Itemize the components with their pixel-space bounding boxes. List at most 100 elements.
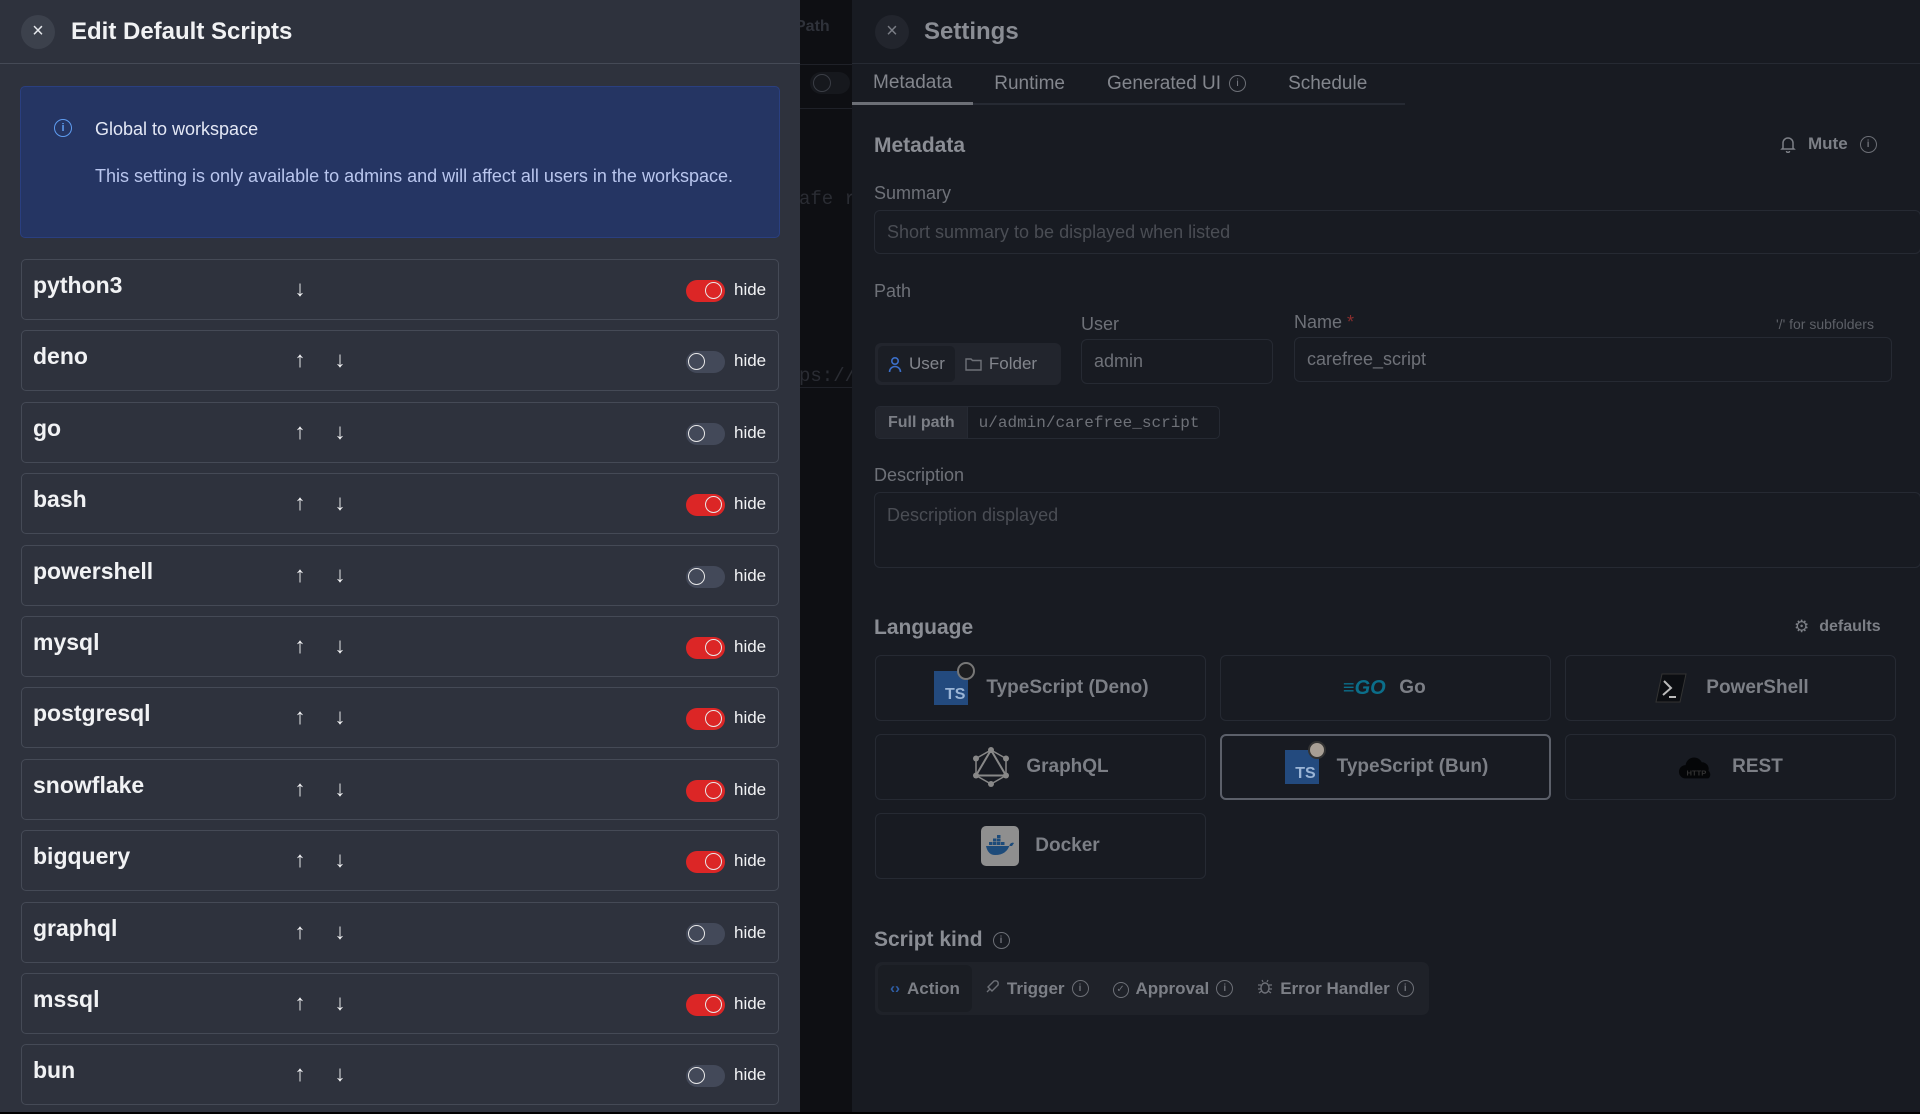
hide-toggle[interactable]	[686, 1065, 725, 1088]
hide-toggle[interactable]	[686, 708, 725, 731]
arrow-down-icon: ↓	[334, 561, 346, 587]
move-up-button[interactable]: ↑	[288, 347, 312, 373]
close-settings-button[interactable]: ×	[875, 14, 909, 49]
script-kind-approval[interactable]: ✓ Approval i	[1101, 965, 1246, 1012]
name-label: Name *	[1294, 312, 1354, 333]
move-up-button[interactable]: ↑	[288, 919, 312, 945]
move-up-button[interactable]: ↑	[288, 419, 312, 445]
description-textarea[interactable]: Description displayed	[874, 492, 1920, 568]
language-grid: TS TypeScript (Deno) ≡GO Go PowerShell GraphQ…	[875, 655, 1899, 879]
script-row-go: go ↑ ↓ hide	[21, 401, 779, 463]
move-down-button[interactable]: ↓	[328, 1061, 352, 1087]
info-icon: i	[54, 119, 72, 137]
tab-generated-ui[interactable]: Generated UI i	[1086, 64, 1267, 103]
move-down-button[interactable]: ↓	[328, 347, 352, 373]
move-up-button[interactable]: ↑	[288, 704, 312, 730]
move-down-button[interactable]: ↓	[288, 276, 312, 302]
hide-toggle[interactable]	[686, 851, 725, 874]
move-down-button[interactable]: ↓	[328, 776, 352, 802]
script-kind-trigger[interactable]: Trigger i	[972, 965, 1101, 1012]
move-up-button[interactable]: ↑	[288, 990, 312, 1016]
arrow-up-icon: ↑	[294, 1061, 306, 1087]
arrow-up-icon: ↑	[294, 347, 306, 373]
language-option-rest[interactable]: HTTP REST	[1565, 734, 1896, 800]
banner-text: This setting is only available to admins…	[95, 166, 733, 186]
hide-toggle[interactable]	[686, 280, 725, 302]
hide-label: hide	[734, 280, 767, 299]
path-kind-user-label: User	[909, 354, 945, 373]
hide-toggle[interactable]	[686, 993, 725, 1016]
move-down-button[interactable]: ↓	[328, 490, 352, 516]
move-down-button[interactable]: ↓	[328, 562, 352, 588]
language-option-typescript-bun[interactable]: TS TypeScript (Bun)	[1220, 734, 1551, 800]
language-option-powershell[interactable]: PowerShell	[1565, 655, 1896, 721]
language-defaults-button[interactable]: ⚙ defaults	[1794, 617, 1881, 637]
script-kind-error-handler[interactable]: Error Handler i	[1245, 965, 1426, 1012]
hide-toggle[interactable]	[686, 636, 725, 659]
script-name: mysql	[33, 628, 100, 655]
user-input[interactable]: admin	[1081, 339, 1273, 384]
info-icon[interactable]: i	[1396, 980, 1414, 997]
tab-metadata[interactable]: Metadata	[852, 64, 974, 105]
background-toggle	[810, 72, 850, 94]
language-option-typescript-deno[interactable]: TS TypeScript (Deno)	[875, 655, 1206, 721]
move-up-button[interactable]: ↑	[288, 776, 312, 802]
move-up-button[interactable]: ↑	[288, 562, 312, 588]
mute-toggle[interactable]: Mute i	[1780, 134, 1877, 154]
hide-toggle[interactable]	[686, 565, 725, 588]
hide-toggle[interactable]	[686, 922, 725, 945]
tab-schedule[interactable]: Schedule	[1267, 64, 1388, 103]
hide-toggle[interactable]	[686, 779, 725, 802]
banner-title: Global to workspace	[95, 119, 259, 139]
defaults-label: defaults	[1819, 618, 1881, 635]
move-down-button[interactable]: ↓	[328, 919, 352, 945]
arrow-down-icon: ↓	[334, 989, 346, 1015]
user-label: User	[1081, 314, 1120, 334]
background-code-fragment: afe r	[799, 188, 857, 210]
tab-label: Runtime	[994, 72, 1065, 94]
script-kind-action[interactable]: ‹› Action	[878, 965, 972, 1012]
move-down-button[interactable]: ↓	[328, 990, 352, 1016]
move-down-button[interactable]: ↓	[328, 419, 352, 445]
hide-label: hide	[734, 993, 767, 1013]
user-icon	[888, 356, 902, 372]
summary-input[interactable]: Short summary to be displayed when liste…	[874, 210, 1920, 254]
language-option-docker[interactable]: Docker	[875, 813, 1206, 879]
metadata-heading: Metadata	[874, 134, 966, 157]
arrow-down-icon: ↓	[334, 347, 346, 373]
tab-runtime[interactable]: Runtime	[973, 64, 1086, 103]
move-down-button[interactable]: ↓	[328, 847, 352, 873]
move-up-button[interactable]: ↑	[288, 847, 312, 873]
full-path-display: Full path u/admin/carefree_script	[875, 406, 1220, 439]
folder-icon	[965, 358, 982, 371]
close-drawer-button[interactable]: ×	[21, 14, 55, 49]
move-up-button[interactable]: ↑	[288, 1061, 312, 1087]
info-icon[interactable]: i	[1859, 135, 1877, 153]
path-kind-folder[interactable]: Folder	[955, 346, 1047, 382]
tab-label: Generated UI	[1106, 72, 1222, 94]
hide-toggle[interactable]	[686, 351, 725, 374]
script-name: bigquery	[33, 843, 131, 870]
script-row-mssql: mssql ↑ ↓ hide	[21, 972, 779, 1034]
language-option-graphql[interactable]: GraphQL	[875, 734, 1206, 800]
bell-icon	[1780, 137, 1796, 153]
script-name: mssql	[33, 985, 100, 1012]
typescript-deno-icon: TS	[932, 662, 976, 707]
hide-toggle[interactable]	[686, 494, 725, 517]
info-icon[interactable]: i	[992, 931, 1010, 949]
language-heading: Language	[874, 616, 974, 639]
script-row-postgresql: postgresql ↑ ↓ hide	[21, 687, 779, 749]
path-kind-user[interactable]: User	[878, 346, 955, 382]
language-option-go[interactable]: ≡GO Go	[1220, 655, 1551, 721]
info-icon[interactable]: i	[1071, 980, 1089, 997]
move-up-button[interactable]: ↑	[288, 490, 312, 516]
hide-toggle[interactable]	[686, 422, 725, 445]
move-up-button[interactable]: ↑	[288, 633, 312, 659]
name-input[interactable]: carefree_script	[1294, 337, 1892, 382]
script-row-bigquery: bigquery ↑ ↓ hide	[21, 830, 779, 892]
arrow-down-icon: ↓	[334, 775, 346, 801]
full-path-label: Full path	[876, 407, 968, 438]
move-down-button[interactable]: ↓	[328, 633, 352, 659]
move-down-button[interactable]: ↓	[328, 704, 352, 730]
info-icon[interactable]: i	[1216, 980, 1234, 997]
